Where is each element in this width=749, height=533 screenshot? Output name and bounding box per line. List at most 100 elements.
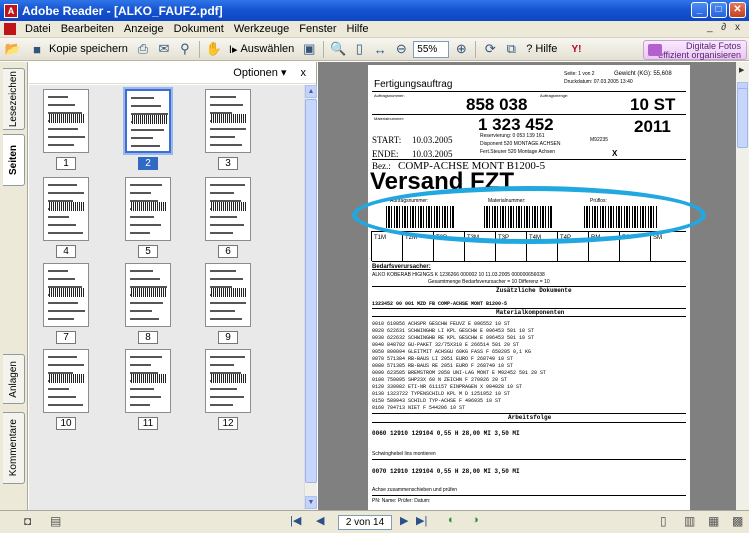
menu-fenster[interactable]: Fenster — [294, 23, 341, 35]
select-tool-button[interactable]: I▸ Auswählen — [226, 40, 297, 59]
page-thumbnail[interactable] — [43, 89, 89, 153]
last-page-button[interactable]: ▶| — [416, 514, 427, 527]
expand-arrow-icon[interactable]: ▶ — [739, 66, 744, 74]
page-icon[interactable]: ▤ — [50, 514, 61, 528]
tab-pages[interactable]: Seiten — [3, 134, 25, 186]
menu-hilfe[interactable]: Hilfe — [342, 23, 374, 35]
menu-werkzeuge[interactable]: Werkzeuge — [229, 23, 294, 35]
page-thumbnail[interactable] — [43, 349, 89, 413]
scroll-thumb[interactable] — [305, 99, 317, 483]
thumbnail-page-number[interactable]: 1 — [56, 157, 76, 170]
page-thumbnail[interactable] — [125, 263, 171, 327]
page-indicator[interactable]: 2 von 14 — [338, 515, 392, 530]
email-icon[interactable]: ✉ — [155, 40, 173, 58]
previous-page-button[interactable]: ◀ — [316, 514, 324, 527]
scroll-up-arrow[interactable]: ▲ — [305, 85, 317, 98]
page-thumbnail[interactable] — [43, 177, 89, 241]
attachments-icon[interactable]: ◘ — [24, 514, 31, 528]
start-date: 10.03.2005 — [412, 135, 453, 145]
doc-printdate: Druckdatum: 07.03.2005 13:40 — [564, 79, 633, 85]
document-icon[interactable] — [4, 23, 16, 35]
yahoo-icon[interactable]: Y! — [563, 40, 589, 58]
document-scrollbar[interactable]: ▶ — [736, 62, 749, 510]
thumbnail-scrollbar[interactable]: ▲ ▼ — [304, 85, 317, 510]
save-copy-label: Kopie speichern — [49, 43, 128, 55]
page-thumbnail[interactable] — [205, 349, 251, 413]
minimize-button[interactable]: _ — [691, 2, 708, 18]
thumbnail-line — [210, 136, 235, 138]
save-copy-button[interactable]: ■ Kopie speichern — [25, 40, 131, 59]
page-thumbnail[interactable] — [205, 89, 251, 153]
zoom-level-input[interactable]: 55% — [413, 40, 450, 58]
page-thumbnail[interactable] — [125, 89, 171, 153]
help-label: Hilfe — [535, 43, 558, 55]
promo-banner[interactable]: Digitale Fotos effizient organisieren — [643, 40, 747, 60]
forward-view-button[interactable]: ◑ — [472, 514, 479, 526]
menu-dokument[interactable]: Dokument — [169, 23, 229, 35]
scroll-down-arrow[interactable]: ▼ — [305, 496, 317, 509]
back-view-button[interactable]: ◐ — [448, 514, 455, 526]
help-icon: ? — [526, 43, 533, 55]
page-thumbnail[interactable] — [125, 349, 171, 413]
thumbnail-page-number[interactable]: 9 — [218, 331, 238, 344]
thumbnail-line — [130, 388, 154, 390]
print-icon[interactable]: ⎙ — [134, 40, 152, 58]
thumbnail-line — [210, 356, 245, 358]
continuous-facing-icon[interactable]: ▩ — [732, 514, 743, 528]
page-thumbnail[interactable] — [205, 177, 251, 241]
tab-bookmarks[interactable]: Lesezeichen — [3, 68, 25, 130]
rotate-icon[interactable]: ⟳ — [481, 40, 499, 58]
next-page-button[interactable]: ▶ — [400, 514, 408, 527]
maximize-button[interactable]: □ — [710, 2, 727, 18]
panel-close-button[interactable]: x — [301, 67, 307, 79]
thumbnail-line — [210, 396, 244, 398]
first-page-button[interactable]: |◀ — [290, 514, 301, 527]
zoom-out-icon[interactable]: ⊖ — [392, 40, 410, 58]
arb-text2: Achse zusammenschieben und prüfen — [372, 487, 458, 493]
thumbnail-page-number[interactable]: 7 — [56, 331, 76, 344]
thumbnail-page-number[interactable]: 6 — [218, 245, 238, 258]
thumbnail-page-number[interactable]: 8 — [138, 331, 158, 344]
fit-width-icon[interactable]: ↔ — [371, 40, 389, 58]
tab-comments[interactable]: Kommentare — [3, 412, 25, 484]
document-view[interactable]: Gewicht (KG): 55,608 Seite: 1 von 2 Druc… — [318, 62, 736, 510]
thumbnail-page-number[interactable]: 4 — [56, 245, 76, 258]
zoom-in-icon[interactable]: ⊕ — [452, 40, 470, 58]
page-thumbnail[interactable] — [205, 263, 251, 327]
bedarf-row: ALKO KOBERAB HIGINGS K 1236266 000002 10… — [372, 272, 545, 278]
options-menu[interactable]: Optionen ▾ — [233, 66, 286, 79]
snapshot-icon[interactable]: ▣ — [300, 40, 318, 58]
menu-anzeige[interactable]: Anzeige — [119, 23, 169, 35]
thumbnail-page-number[interactable]: 12 — [218, 417, 238, 430]
binoculars-icon[interactable]: ⚲ — [176, 40, 194, 58]
close-button[interactable]: ✕ — [729, 2, 746, 18]
hand-tool-icon[interactable]: ✋ — [205, 40, 223, 58]
continuous-icon[interactable]: ▥ — [684, 514, 695, 528]
thumbnail-page-number[interactable]: 2 — [138, 157, 158, 170]
open-folder-icon[interactable]: 📂 — [4, 40, 22, 58]
mat-heading: Materialkomponenten — [496, 309, 565, 316]
page-layout-icon[interactable]: ⧉ — [502, 40, 520, 58]
thumbnail-page-number[interactable]: 11 — [138, 417, 158, 430]
thumbnail-line — [130, 302, 163, 304]
tab-attachments[interactable]: Anlagen — [3, 354, 25, 404]
thumbnail-barcode — [211, 288, 246, 297]
page-thumbnail[interactable] — [43, 263, 89, 327]
toolbar-separator — [323, 40, 325, 58]
tab-attachments-label: Anlagen — [8, 360, 19, 398]
material-row: 0020 622631 SCHWINGHB LI KPL GESCHW E 09… — [372, 328, 535, 334]
single-page-icon[interactable]: ▯ — [660, 514, 667, 528]
scroll-thumb[interactable] — [737, 88, 748, 148]
document-window-controls[interactable]: _ ∂ x — [707, 22, 743, 33]
help-button[interactable]: ? Hilfe — [523, 40, 560, 59]
thumbnail-page-number[interactable]: 3 — [218, 157, 238, 170]
fit-page-icon[interactable]: ▯ — [350, 40, 368, 58]
page-thumbnail[interactable] — [125, 177, 171, 241]
menu-datei[interactable]: Datei — [20, 23, 56, 35]
thumbnail-page-number[interactable]: 5 — [138, 245, 158, 258]
menu-bearbeiten[interactable]: Bearbeiten — [56, 23, 119, 35]
facing-icon[interactable]: ▦ — [708, 514, 719, 528]
zoom-tool-icon[interactable]: 🔍 — [329, 40, 347, 58]
thumbnail-page-number[interactable]: 10 — [56, 417, 76, 430]
thumbnail-line — [48, 136, 85, 138]
